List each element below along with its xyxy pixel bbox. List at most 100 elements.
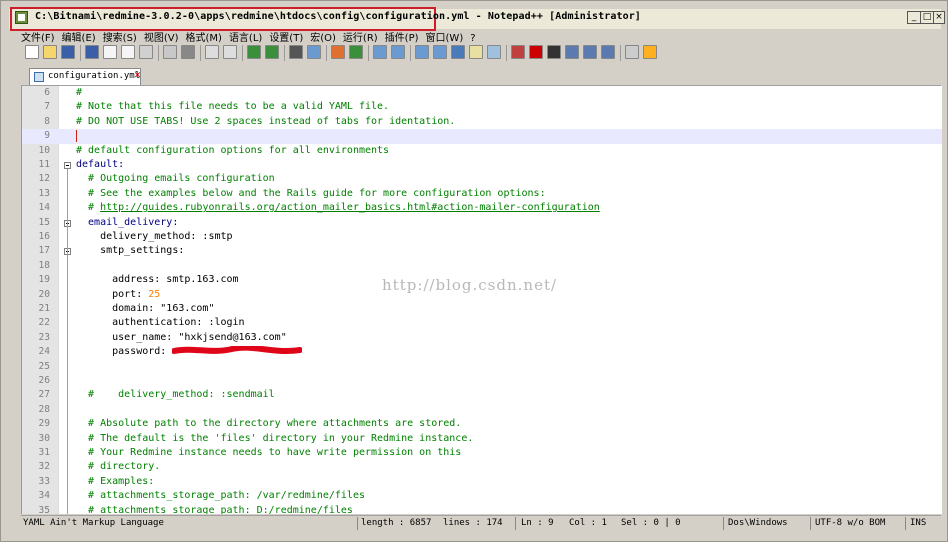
stop-macro-icon[interactable] — [547, 45, 561, 59]
code-line[interactable]: 18 — [22, 259, 942, 273]
record-macro-icon[interactable] — [529, 45, 543, 59]
replace-icon[interactable] — [289, 45, 303, 59]
zoom-out-icon[interactable] — [331, 45, 345, 59]
code-line[interactable]: 14 # http://guides.rubyonrails.org/actio… — [22, 201, 942, 215]
url-link[interactable]: http://guides.rubyonrails.org/action_mai… — [100, 202, 600, 213]
line-number: 30 — [38, 432, 50, 444]
text-caret — [76, 130, 77, 143]
find-icon[interactable] — [265, 45, 279, 59]
all-chars-icon[interactable] — [415, 45, 429, 59]
status-col: Col : 1 — [569, 518, 607, 528]
paste-icon[interactable] — [205, 45, 219, 59]
plugin-icon[interactable] — [643, 45, 657, 59]
function-list-icon[interactable] — [469, 45, 483, 59]
sync-v-icon[interactable] — [349, 45, 363, 59]
cut-icon[interactable] — [163, 45, 177, 59]
status-sel: Sel : 0 | 0 — [621, 518, 681, 528]
code-line[interactable]: 8 # DO NOT USE TABS! Use 2 spaces instead… — [22, 115, 942, 129]
line-number: 19 — [38, 274, 50, 286]
minimize-icon[interactable]: _ — [907, 11, 921, 24]
code-line[interactable]: 27 # delivery_method: :sendmail — [22, 388, 942, 402]
doc-map-icon[interactable] — [451, 45, 465, 59]
code-line[interactable]: 9 — [22, 129, 942, 144]
line-text: # delivery_method: :sendmail — [76, 389, 275, 401]
code-line[interactable]: 28 — [22, 403, 942, 417]
monitor-icon[interactable] — [511, 45, 525, 59]
code-line[interactable]: 35 # attachments_storage_path: D:/redmin… — [22, 504, 942, 514]
line-number: 33 — [38, 475, 50, 487]
save-macro-icon[interactable] — [601, 45, 615, 59]
wrap-icon[interactable] — [391, 45, 405, 59]
code-line[interactable]: 30 # The default is the 'files' director… — [22, 432, 942, 446]
editor-area[interactable]: 6 #7 # Note that this file needs to be a v… — [21, 86, 942, 514]
line-number: 21 — [38, 303, 50, 314]
line-text: smtp_settings: — [76, 245, 185, 257]
line-number: 29 — [38, 418, 50, 430]
line-text: # DO NOT USE TABS! Use 2 spaces instead … — [76, 115, 456, 127]
line-text: password: — [76, 346, 167, 358]
copy-icon[interactable] — [181, 45, 195, 59]
code-line[interactable]: 6 # — [22, 86, 942, 100]
code-line[interactable]: 17 smtp_settings: — [22, 244, 942, 258]
code-line[interactable]: 11 default: — [22, 158, 942, 172]
line-text: # The default is the 'files' directory i… — [76, 432, 474, 444]
toolbar-separator — [506, 45, 507, 61]
line-text: # http://guides.rubyonrails.org/action_m… — [76, 202, 600, 214]
code-line[interactable]: 26 — [22, 374, 942, 388]
toolbar-separator — [80, 45, 81, 61]
code-line[interactable]: 7 # Note that this file needs to be a val… — [22, 100, 942, 114]
code-line[interactable]: 25 — [22, 360, 942, 374]
fold-default-icon[interactable] — [64, 162, 71, 169]
code-line[interactable]: 31 # Your Redmine instance needs to have… — [22, 446, 942, 460]
toolbar-separator — [200, 45, 201, 61]
toolbar-separator — [326, 45, 327, 61]
toolbar-separator — [410, 45, 411, 61]
new-file-icon[interactable] — [25, 45, 39, 59]
line-number: 11 — [38, 159, 50, 170]
code-line[interactable]: 29 # Absolute path to the directory wher… — [22, 417, 942, 431]
close-icon[interactable]: × — [933, 11, 945, 24]
code-line[interactable]: 22 authentication: :login — [22, 316, 942, 330]
zoom-in-icon[interactable] — [307, 45, 321, 59]
code-line[interactable]: 13 # See the examples below and the Rail… — [22, 187, 942, 201]
line-number: 9 — [44, 130, 50, 142]
line-text: domain: "163.com" — [76, 303, 215, 314]
code-line[interactable]: 34 # attachments_storage_path: /var/redm… — [22, 489, 942, 503]
run-macro-icon[interactable] — [583, 45, 597, 59]
code-line[interactable]: 23 user_name: "hxkjsend@163.com" — [22, 331, 942, 345]
tab-configuration-yml[interactable]: configuration.yml ✕ — [29, 68, 141, 85]
folder-icon[interactable] — [487, 45, 501, 59]
line-number: 20 — [38, 288, 50, 300]
play-macro-icon[interactable] — [565, 45, 579, 59]
code-line[interactable]: 32 # directory. — [22, 460, 942, 474]
line-number: 24 — [38, 346, 50, 358]
redo-icon[interactable] — [247, 45, 261, 59]
code-line[interactable]: 21 domain: "163.com" — [22, 302, 942, 316]
close-icon-tb[interactable] — [103, 45, 117, 59]
code-line[interactable]: 16 delivery_method: :smtp — [22, 230, 942, 244]
save-all-icon[interactable] — [85, 45, 99, 59]
undo-icon[interactable] — [223, 45, 237, 59]
code-line[interactable]: 15 email_delivery: — [22, 216, 942, 230]
code-line[interactable]: 33 # Examples: — [22, 475, 942, 489]
line-text: # Note that this file needs to be a vali… — [76, 101, 390, 113]
line-number: 16 — [38, 231, 50, 242]
code-line[interactable]: 24 password: — [22, 345, 942, 359]
save-icon[interactable] — [61, 45, 75, 59]
line-text: address: smtp.163.com — [76, 274, 239, 286]
line-number: 10 — [38, 144, 50, 156]
line-text: email_delivery: — [76, 216, 179, 228]
close-tab-icon[interactable]: ✕ — [133, 71, 142, 81]
close-all-icon[interactable] — [121, 45, 135, 59]
line-text: default: — [76, 159, 125, 170]
code-line[interactable]: 12 # Outgoing emails configuration — [22, 172, 942, 186]
line-number: 35 — [38, 504, 50, 514]
spellcheck-icon[interactable] — [625, 45, 639, 59]
indent-guide-icon[interactable] — [433, 45, 447, 59]
sync-h-icon[interactable] — [373, 45, 387, 59]
open-file-icon[interactable] — [43, 45, 57, 59]
restore-icon[interactable]: □ — [920, 11, 934, 24]
tab-label: configuration.yml — [48, 71, 141, 81]
print-icon[interactable] — [139, 45, 153, 59]
code-line[interactable]: 10 # default configuration options for al… — [22, 144, 942, 158]
